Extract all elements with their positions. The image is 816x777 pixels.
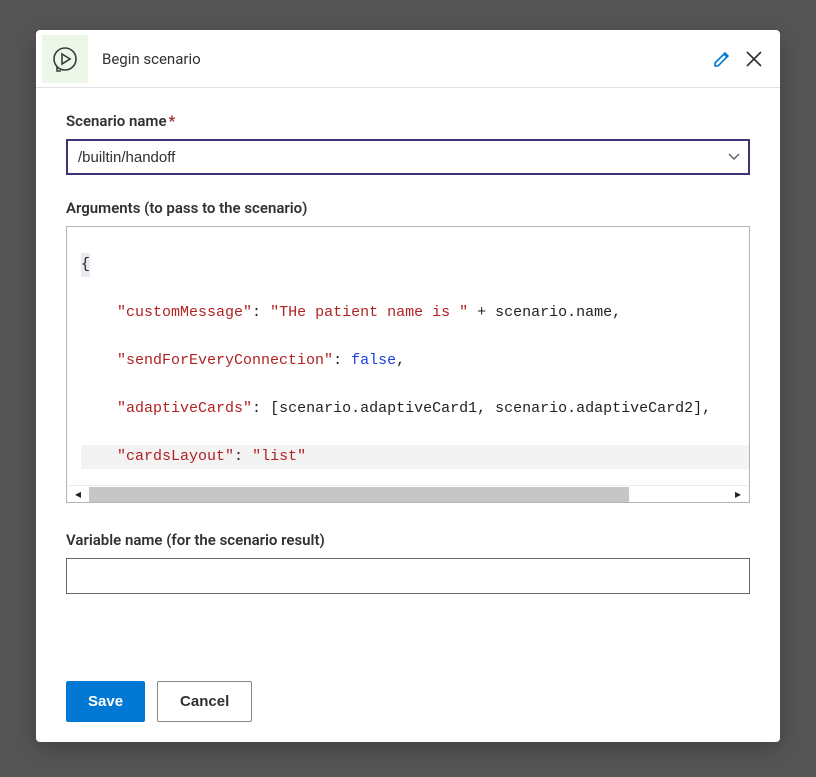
variable-name-label: Variable name (for the scenario result) — [66, 531, 750, 549]
code-area[interactable]: { "customMessage": "THe patient name is … — [67, 227, 749, 485]
arguments-editor[interactable]: { "customMessage": "THe patient name is … — [66, 226, 750, 503]
scroll-thumb[interactable] — [89, 487, 629, 502]
edit-button[interactable] — [706, 43, 738, 75]
save-button[interactable]: Save — [66, 681, 145, 722]
scenario-run-icon — [42, 35, 88, 83]
panel-header: Begin scenario — [36, 30, 780, 88]
actions-bar: Save Cancel — [66, 653, 750, 732]
panel-title: Begin scenario — [88, 50, 706, 68]
scenario-name-label: Scenario name* — [66, 112, 750, 130]
panel-body: Scenario name* Arguments (to pass to the… — [36, 88, 780, 742]
required-marker: * — [167, 112, 176, 130]
cancel-button[interactable]: Cancel — [157, 681, 252, 722]
scenario-name-label-text: Scenario name — [66, 112, 167, 130]
begin-scenario-panel: Begin scenario Scenario name* Arguments … — [36, 30, 780, 742]
scroll-track[interactable] — [89, 486, 727, 503]
arguments-label: Arguments (to pass to the scenario) — [66, 199, 750, 217]
scenario-name-input[interactable] — [66, 139, 750, 175]
close-button[interactable] — [738, 43, 770, 75]
horizontal-scrollbar[interactable]: ◂ ▸ — [67, 485, 749, 502]
scroll-right-icon[interactable]: ▸ — [727, 487, 749, 501]
scenario-name-select[interactable] — [66, 139, 750, 175]
code-open-brace: { — [81, 253, 90, 277]
variable-name-input[interactable] — [66, 558, 750, 594]
scroll-left-icon[interactable]: ◂ — [67, 487, 89, 501]
